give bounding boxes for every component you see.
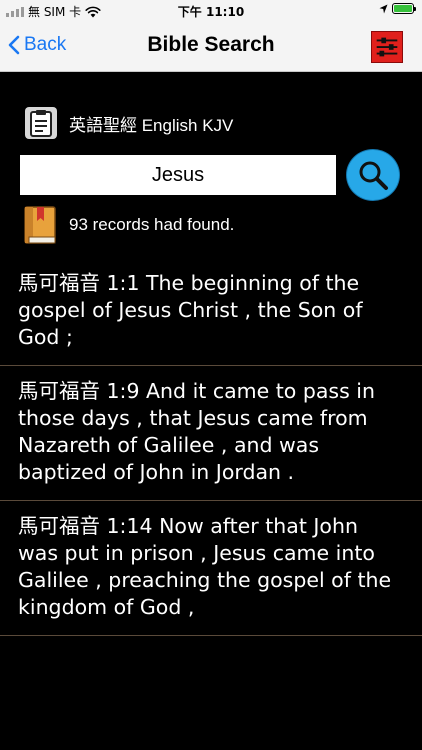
search-input[interactable] [20,155,336,195]
version-label: 英語聖經 English KJV [69,115,234,135]
page-title: Bible Search [147,33,275,56]
book-icon [23,205,57,245]
status-right [379,3,416,14]
battery-icon [392,3,416,14]
result-count-row: 93 records had found. [23,205,234,245]
result-item[interactable]: 馬可福音 1:9 And it came to pass in those da… [0,366,422,501]
clipboard-icon [25,107,57,139]
version-row[interactable]: 英語聖經 English KJV [25,107,233,139]
result-item[interactable]: 馬可福音 1:14 Now after that John was put in… [0,501,422,636]
status-bar: 無 SIM 卡 下午 11:10 [0,0,422,22]
result-item[interactable]: 馬可福音 1:1 The beginning of the gospel of … [0,258,422,366]
results-list: 馬可福音 1:1 The beginning of the gospel of … [0,258,422,636]
magnifier-icon [359,161,388,190]
result-count-text: 93 records had found. [69,215,235,234]
navigation-bar: Back Bible Search [0,22,422,72]
search-button[interactable] [346,149,400,201]
settings-button[interactable] [371,31,403,63]
sliders-icon [376,37,398,57]
status-time: 下午 11:10 [177,5,245,19]
location-arrow-icon [379,4,388,13]
